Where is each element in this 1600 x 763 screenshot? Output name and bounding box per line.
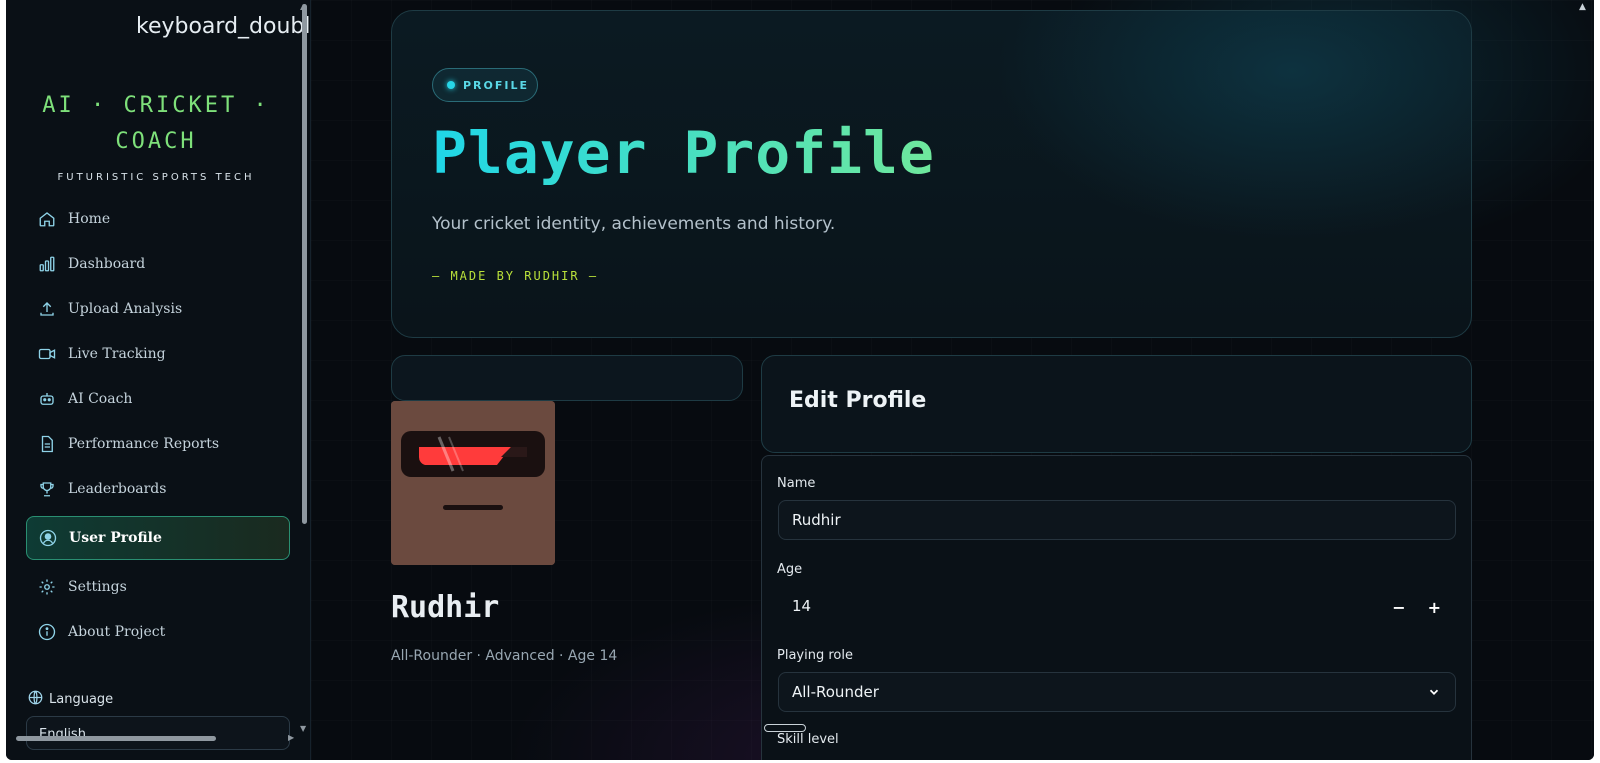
sidebar-item-performance-reports[interactable]: Performance Reports: [26, 423, 290, 465]
sidebar-item-label: Dashboard: [68, 256, 146, 272]
scroll-right-arrow-icon[interactable]: ▶: [288, 733, 294, 742]
language-select[interactable]: English: [26, 716, 290, 750]
player-meta: All-Rounder · Advanced · Age 14: [391, 648, 618, 664]
app-window: keyboard_double AI · CRICKET · COACH FUT…: [6, 0, 1594, 760]
sidebar: keyboard_double AI · CRICKET · COACH FUT…: [6, 0, 311, 760]
sidebar-item-leaderboards[interactable]: Leaderboards: [26, 468, 290, 510]
trophy-icon: [38, 480, 56, 498]
skill-level-label: Skill level: [777, 732, 839, 747]
decrement-button[interactable]: −: [1392, 598, 1405, 617]
sidebar-horizontal-scrollbar[interactable]: [16, 736, 216, 741]
increment-button[interactable]: +: [1428, 598, 1441, 617]
sidebar-item-label: Home: [68, 211, 111, 227]
upload-icon: [38, 300, 56, 318]
sidebar-collapse-button[interactable]: keyboard_double: [136, 14, 310, 39]
edit-profile-title: Edit Profile: [789, 388, 927, 413]
robot-avatar-icon: [391, 401, 555, 565]
edit-profile-form: Name Rudhir Age 14 − + Playing role All-…: [761, 455, 1472, 760]
profile-badge: PROFILE: [432, 68, 538, 102]
age-label: Age: [777, 562, 803, 577]
sidebar-item-user-profile[interactable]: User Profile: [26, 516, 290, 560]
brand-title: AI · CRICKET · COACH: [42, 93, 270, 154]
tooltip-pill: [764, 724, 806, 732]
sidebar-item-live-tracking[interactable]: Live Tracking: [26, 333, 290, 375]
bar-chart-icon: [38, 255, 56, 273]
profile-badge-label: PROFILE: [463, 78, 530, 92]
document-icon: [38, 435, 56, 453]
sidebar-item-about-project[interactable]: About Project: [26, 611, 290, 653]
playing-role-value: All-Rounder: [792, 683, 879, 701]
main-content: PROFILE Player Profile Your cricket iden…: [311, 0, 1594, 760]
sidebar-item-ai-coach[interactable]: AI Coach: [26, 378, 290, 420]
sidebar-item-label: AI Coach: [68, 391, 133, 407]
player-avatar: [391, 401, 555, 565]
page-subtitle: Your cricket identity, achievements and …: [432, 214, 836, 234]
language-label: Language: [49, 692, 114, 707]
gear-icon: [38, 578, 56, 596]
sidebar-item-upload-analysis[interactable]: Upload Analysis: [26, 288, 290, 330]
language-section: Language: [28, 690, 113, 709]
profile-card-header: [391, 355, 743, 401]
robot-icon: [38, 390, 56, 408]
playing-role-select[interactable]: All-Rounder: [778, 672, 1456, 712]
sidebar-item-label: Performance Reports: [68, 436, 220, 452]
sidebar-item-settings[interactable]: Settings: [26, 566, 290, 608]
sidebar-item-home[interactable]: Home: [26, 198, 290, 240]
scroll-down-arrow-icon[interactable]: ▼: [300, 724, 306, 733]
sidebar-item-label: Live Tracking: [68, 346, 166, 362]
age-stepper: 14 − +: [778, 586, 1456, 626]
home-icon: [38, 210, 56, 228]
playing-role-label: Playing role: [777, 648, 853, 663]
age-value[interactable]: 14: [792, 597, 811, 615]
age-stepper-controls: − +: [1392, 587, 1441, 627]
chevron-down-icon: [1429, 689, 1439, 695]
scroll-up-arrow-icon[interactable]: ▲: [300, 2, 306, 11]
name-label: Name: [777, 476, 816, 491]
sidebar-item-label: Upload Analysis: [68, 301, 183, 317]
page-scroll-up-icon[interactable]: ▲: [1579, 2, 1586, 12]
brand: AI · CRICKET · COACH FUTURISTIC SPORTS T…: [6, 88, 306, 183]
video-icon: [38, 345, 56, 363]
info-icon: [38, 623, 56, 641]
sidebar-item-label: Settings: [68, 579, 127, 595]
player-name: Rudhir: [391, 590, 500, 625]
user-circle-icon: [39, 529, 57, 547]
sidebar-vertical-scrollbar[interactable]: [302, 4, 307, 524]
hero-card: PROFILE Player Profile Your cricket iden…: [391, 10, 1472, 338]
sidebar-item-label: User Profile: [69, 530, 162, 546]
name-input[interactable]: Rudhir: [778, 500, 1456, 540]
page-title: Player Profile: [432, 119, 935, 187]
sidebar-nav: Home Dashboard Upload Analysis Live Trac…: [26, 198, 290, 656]
brand-subtitle: FUTURISTIC SPORTS TECH: [57, 172, 255, 183]
badge-dot-icon: [447, 81, 455, 89]
sidebar-item-label: Leaderboards: [68, 481, 167, 497]
sidebar-item-dashboard[interactable]: Dashboard: [26, 243, 290, 285]
edit-profile-header: Edit Profile: [761, 355, 1472, 453]
made-by-credit: — MADE BY RUDHIR —: [432, 269, 599, 283]
sidebar-item-label: About Project: [68, 624, 166, 640]
globe-icon: [28, 690, 43, 709]
